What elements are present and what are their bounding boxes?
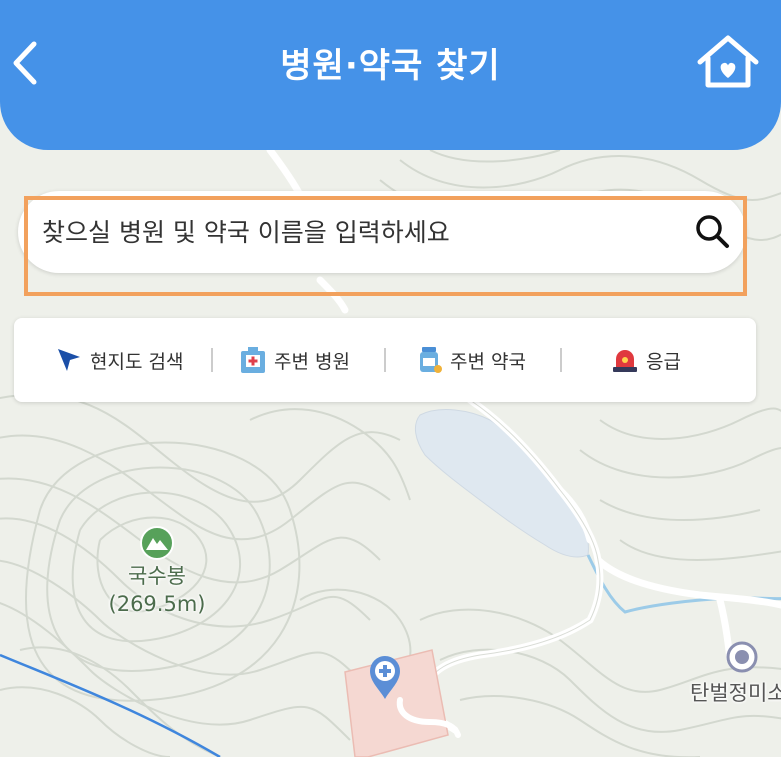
quick-item-nearby-pharmacy[interactable]: 주변 약국 xyxy=(414,318,526,402)
quick-item-label: 주변 약국 xyxy=(450,350,526,373)
place-pin-icon[interactable] xyxy=(726,641,758,673)
quick-item-label: 주변 병원 xyxy=(274,350,350,373)
location-arrow-icon xyxy=(58,349,80,371)
quick-item-map-search[interactable]: 현지도 검색 xyxy=(54,318,183,402)
peak-name: 국수봉 xyxy=(128,564,186,588)
search-icon[interactable] xyxy=(692,211,732,251)
home-heart-icon xyxy=(697,35,759,88)
quick-menu-divider xyxy=(384,348,386,372)
hospital-pin-icon[interactable] xyxy=(368,654,402,700)
quick-item-nearby-hospital[interactable]: 주변 병원 xyxy=(238,318,350,402)
search-input[interactable] xyxy=(42,191,682,273)
quick-menu-divider xyxy=(211,348,213,372)
header-bar: 병원·약국 찾기 xyxy=(0,0,781,150)
mountain-icon[interactable] xyxy=(140,526,174,560)
quick-item-label: 응급 xyxy=(646,350,681,373)
quick-item-label: 현지도 검색 xyxy=(90,350,184,373)
pharmacy-icon xyxy=(420,347,442,373)
peak-label[interactable]: 국수봉 (269.5m) xyxy=(102,562,212,618)
peak-elevation: (269.5m) xyxy=(108,592,206,616)
search-bar xyxy=(18,191,746,273)
siren-icon xyxy=(613,350,637,372)
quick-menu-divider xyxy=(560,348,562,372)
place-label[interactable]: 탄벌정미소 xyxy=(690,677,781,707)
home-button[interactable] xyxy=(691,28,765,98)
quick-item-emergency[interactable]: 응급 xyxy=(610,318,681,402)
hospital-icon xyxy=(241,347,265,373)
page-title: 병원·약국 찾기 xyxy=(280,46,501,86)
